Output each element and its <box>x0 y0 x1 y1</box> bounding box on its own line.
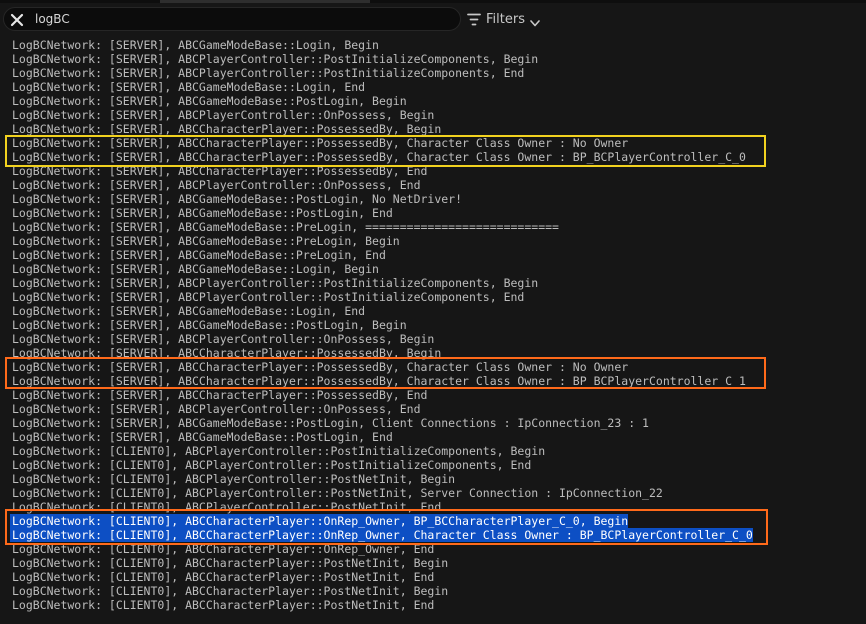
log-line[interactable]: LogBCNetwork: [SERVER], ABCGameModeBase:… <box>12 38 379 52</box>
log-line[interactable]: LogBCNetwork: [CLIENT0], ABCPlayerContro… <box>12 472 455 486</box>
log-line[interactable]: LogBCNetwork: [SERVER], ABCCharacterPlay… <box>12 388 427 402</box>
log-line[interactable]: LogBCNetwork: [SERVER], ABCCharacterPlay… <box>12 374 746 388</box>
log-line[interactable]: LogBCNetwork: [CLIENT0], ABCCharacterPla… <box>10 528 753 542</box>
log-line[interactable]: LogBCNetwork: [CLIENT0], ABCPlayerContro… <box>12 486 663 500</box>
log-line[interactable]: LogBCNetwork: [SERVER], ABCGameModeBase:… <box>12 94 407 108</box>
log-line[interactable]: LogBCNetwork: [SERVER], ABCPlayerControl… <box>12 52 538 66</box>
log-line[interactable]: LogBCNetwork: [SERVER], ABCGameModeBase:… <box>12 192 462 206</box>
log-line[interactable]: LogBCNetwork: [SERVER], ABCGameModeBase:… <box>12 80 365 94</box>
filters-button[interactable]: Filters <box>467 9 540 29</box>
log-line[interactable]: LogBCNetwork: [SERVER], ABCGameModeBase:… <box>12 430 393 444</box>
log-line[interactable]: LogBCNetwork: [SERVER], ABCPlayerControl… <box>12 332 434 346</box>
log-line[interactable]: LogBCNetwork: [CLIENT0], ABCCharacterPla… <box>12 570 434 584</box>
chevron-down-icon <box>530 16 540 26</box>
log-line[interactable]: LogBCNetwork: [SERVER], ABCCharacterPlay… <box>12 150 746 164</box>
log-line[interactable]: LogBCNetwork: [SERVER], ABCPlayerControl… <box>12 66 524 80</box>
log-line[interactable]: LogBCNetwork: [CLIENT0], ABCPlayerContro… <box>12 500 441 514</box>
log-line[interactable]: LogBCNetwork: [CLIENT0], ABCCharacterPla… <box>12 598 434 612</box>
log-line[interactable]: LogBCNetwork: [SERVER], ABCPlayerControl… <box>12 290 524 304</box>
log-line[interactable]: LogBCNetwork: [SERVER], ABCPlayerControl… <box>12 276 538 290</box>
log-line[interactable]: LogBCNetwork: [SERVER], ABCCharacterPlay… <box>12 136 628 150</box>
log-line[interactable]: LogBCNetwork: [SERVER], ABCGameModeBase:… <box>12 262 379 276</box>
log-line[interactable]: LogBCNetwork: [SERVER], ABCGameModeBase:… <box>12 248 386 262</box>
log-line[interactable]: LogBCNetwork: [SERVER], ABCGameModeBase:… <box>12 206 393 220</box>
log-line[interactable]: LogBCNetwork: [CLIENT0], ABCCharacterPla… <box>12 584 448 598</box>
log-output-list[interactable]: LogBCNetwork: [SERVER], ABCGameModeBase:… <box>0 36 866 624</box>
log-line[interactable]: LogBCNetwork: [SERVER], ABCGameModeBase:… <box>12 234 400 248</box>
search-input[interactable] <box>35 10 435 28</box>
log-line[interactable]: LogBCNetwork: [SERVER], ABCGameModeBase:… <box>12 416 649 430</box>
log-line[interactable]: LogBCNetwork: [SERVER], ABCGameModeBase:… <box>12 304 365 318</box>
log-line[interactable]: LogBCNetwork: [CLIENT0], ABCPlayerContro… <box>12 458 531 472</box>
log-line[interactable]: LogBCNetwork: [CLIENT0], ABCCharacterPla… <box>12 542 434 556</box>
log-line[interactable]: LogBCNetwork: [SERVER], ABCCharacterPlay… <box>12 346 441 360</box>
close-icon[interactable] <box>9 12 25 28</box>
log-line[interactable]: LogBCNetwork: [CLIENT0], ABCPlayerContro… <box>12 444 545 458</box>
filter-icon <box>467 13 481 26</box>
filters-label: Filters <box>486 11 525 27</box>
log-line[interactable]: LogBCNetwork: [CLIENT0], ABCCharacterPla… <box>10 514 629 528</box>
log-line[interactable]: LogBCNetwork: [SERVER], ABCPlayerControl… <box>12 402 421 416</box>
log-line[interactable]: LogBCNetwork: [SERVER], ABCPlayerControl… <box>12 108 434 122</box>
log-line[interactable]: LogBCNetwork: [SERVER], ABCGameModeBase:… <box>12 220 559 234</box>
log-line[interactable]: LogBCNetwork: [SERVER], ABCCharacterPlay… <box>12 122 441 136</box>
log-toolbar: Filters <box>0 3 866 36</box>
log-line[interactable]: LogBCNetwork: [SERVER], ABCCharacterPlay… <box>12 360 628 374</box>
log-line[interactable]: LogBCNetwork: [CLIENT0], ABCCharacterPla… <box>12 556 448 570</box>
log-line[interactable]: LogBCNetwork: [SERVER], ABCGameModeBase:… <box>12 318 407 332</box>
output-log-window: Filters LogBCNetwork: [SERVER], ABCGameM… <box>0 0 866 624</box>
log-line[interactable]: LogBCNetwork: [SERVER], ABCCharacterPlay… <box>12 164 427 178</box>
log-line[interactable]: LogBCNetwork: [SERVER], ABCPlayerControl… <box>12 178 421 192</box>
search-box[interactable] <box>3 7 461 31</box>
